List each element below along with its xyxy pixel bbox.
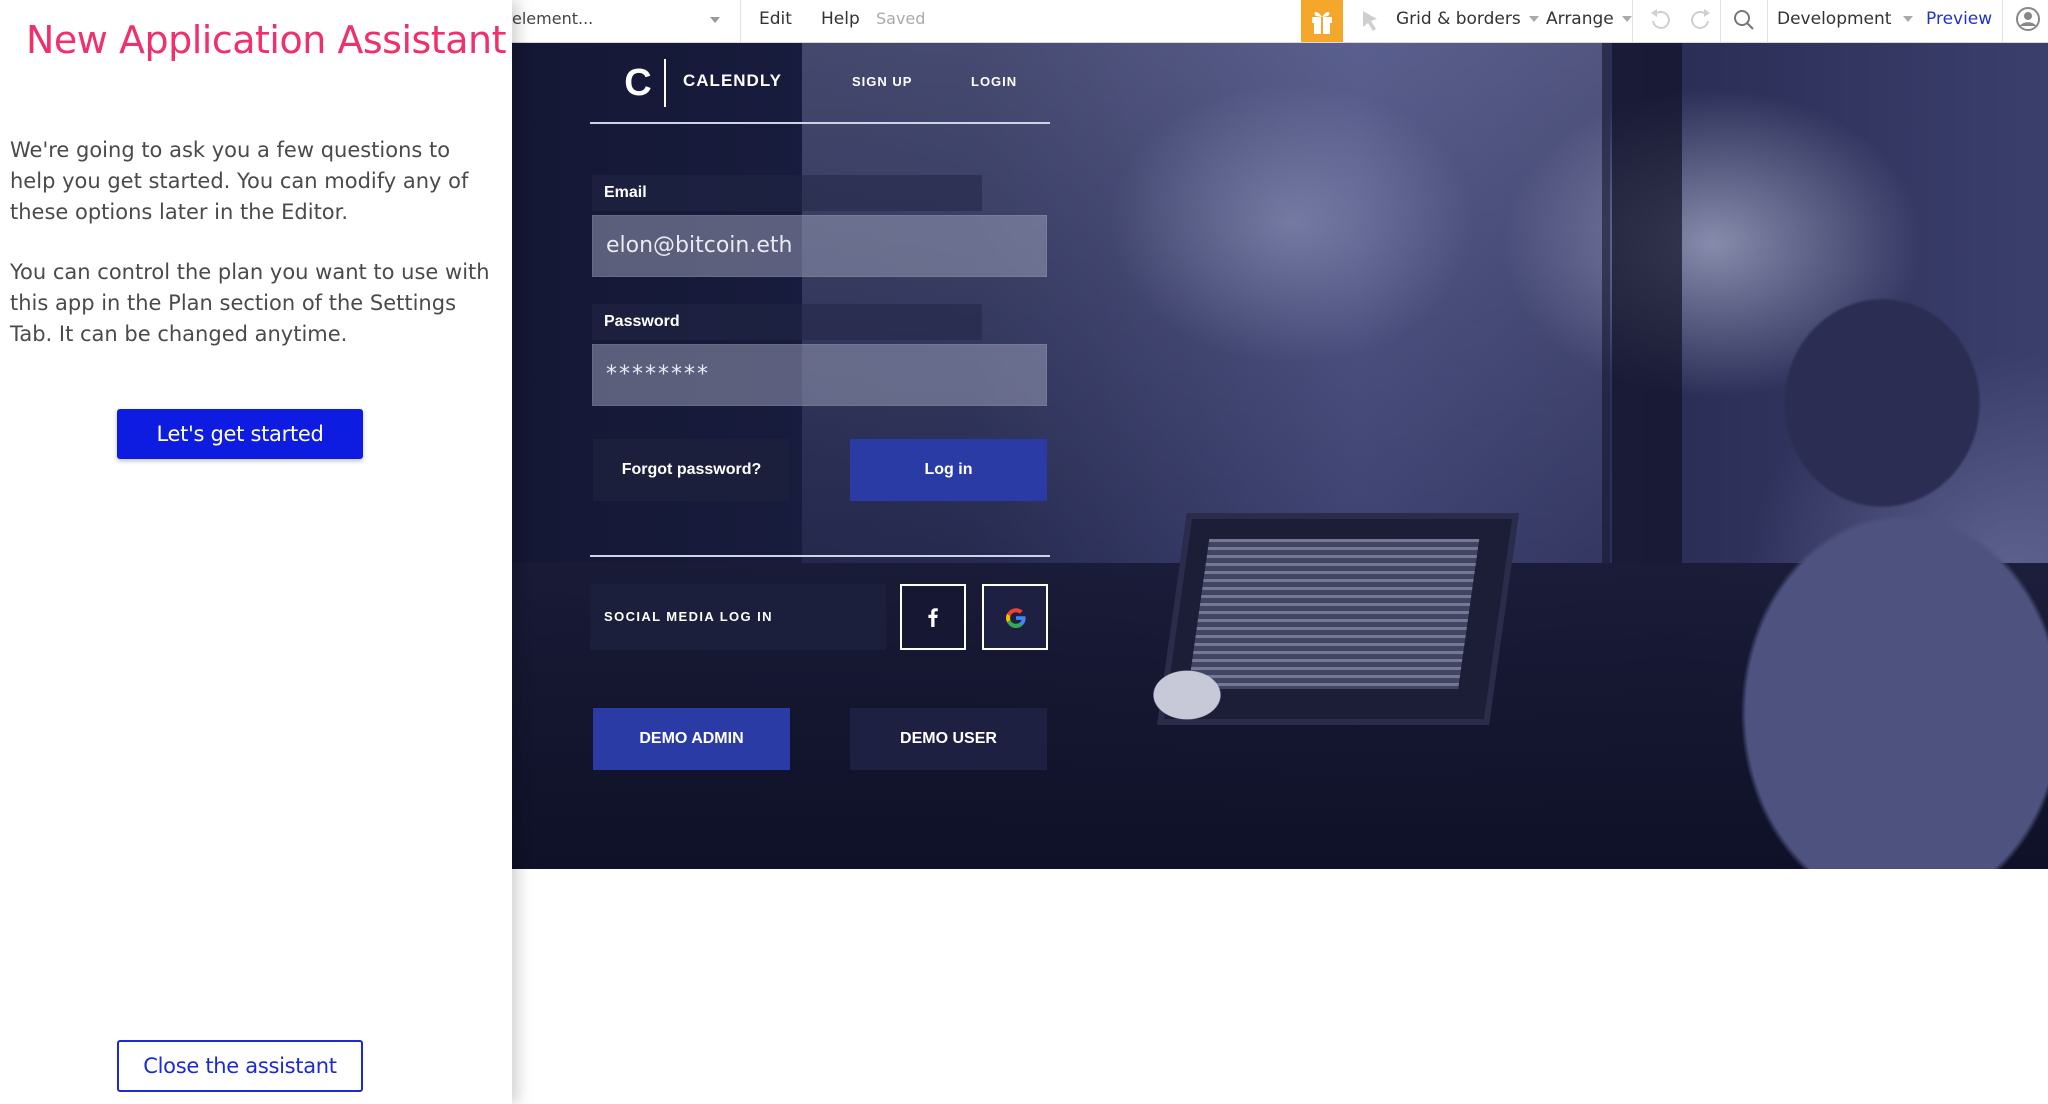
search-icon[interactable] xyxy=(1726,0,1762,42)
password-field[interactable]: ******** xyxy=(592,344,1047,406)
element-select-value: element... xyxy=(512,9,594,28)
preview-button[interactable]: Preview xyxy=(1926,0,1992,42)
demo-admin-button[interactable]: DEMO ADMIN xyxy=(593,708,790,770)
brand-logo[interactable]: C xyxy=(616,60,660,106)
email-label: Email xyxy=(592,175,982,211)
nav-signup-link[interactable]: SIGN UP xyxy=(852,74,912,89)
undo-icon[interactable] xyxy=(1642,0,1676,42)
chevron-down-icon xyxy=(710,17,720,23)
gift-icon[interactable] xyxy=(1301,0,1343,42)
toolbar-divider xyxy=(1767,0,1768,42)
chevron-down-icon xyxy=(1528,16,1539,22)
email-field[interactable]: elon@bitcoin.eth xyxy=(592,215,1047,277)
cursor-icon[interactable] xyxy=(1352,0,1388,42)
assistant-intro-text: We're going to ask you a few questions t… xyxy=(10,138,469,224)
brand-name[interactable]: CALENDLY xyxy=(683,71,782,91)
editor-toolbar: element... Edit Help Saved Grid & border… xyxy=(512,0,2048,43)
close-assistant-button[interactable]: Close the assistant xyxy=(117,1040,363,1092)
environment-select[interactable]: Development xyxy=(1777,0,1914,42)
redo-icon[interactable] xyxy=(1685,0,1719,42)
element-select[interactable]: element... xyxy=(512,0,734,42)
toolbar-divider xyxy=(2002,0,2003,42)
assistant-title: New Application Assistant xyxy=(26,18,506,62)
environment-label: Development xyxy=(1777,9,1892,29)
demo-user-button[interactable]: DEMO USER xyxy=(850,708,1047,770)
edit-menu[interactable]: Edit xyxy=(759,0,792,42)
login-button[interactable]: Log in xyxy=(850,439,1047,501)
grid-borders-label: Grid & borders xyxy=(1396,9,1521,29)
chevron-down-icon xyxy=(1903,16,1914,22)
assistant-panel: New Application Assistant We're going to… xyxy=(0,0,512,1104)
facebook-login-button[interactable] xyxy=(900,584,966,650)
form-divider xyxy=(590,555,1050,557)
user-icon[interactable] xyxy=(2008,0,2048,42)
logo-divider xyxy=(664,59,666,107)
header-divider xyxy=(590,122,1050,124)
arrange-menu[interactable]: Arrange xyxy=(1546,0,1632,42)
help-menu[interactable]: Help xyxy=(821,0,860,42)
google-icon xyxy=(1006,608,1026,628)
toolbar-divider xyxy=(1720,0,1721,42)
facebook-icon xyxy=(928,608,938,627)
nav-login-link[interactable]: LOGIN xyxy=(971,74,1017,89)
saved-status: Saved xyxy=(876,9,926,28)
password-label: Password xyxy=(592,304,982,340)
toolbar-divider xyxy=(740,0,741,42)
arrange-label: Arrange xyxy=(1546,9,1614,29)
grid-borders-menu[interactable]: Grid & borders xyxy=(1396,0,1539,42)
assistant-plan-text: You can control the plan you want to use… xyxy=(10,260,490,346)
toolbar-divider xyxy=(1632,0,1633,42)
page-canvas: C CALENDLY SIGN UP LOGIN Email elon@bitc… xyxy=(512,43,2048,869)
background-person xyxy=(1642,243,2048,869)
forgot-password-button[interactable]: Forgot password? xyxy=(593,439,790,501)
background-cup xyxy=(1132,655,1242,735)
google-login-button[interactable] xyxy=(982,584,1048,650)
social-login-label: SOCIAL MEDIA LOG IN xyxy=(590,584,886,650)
get-started-button[interactable]: Let's get started xyxy=(117,409,363,459)
chevron-down-icon xyxy=(1621,16,1632,22)
